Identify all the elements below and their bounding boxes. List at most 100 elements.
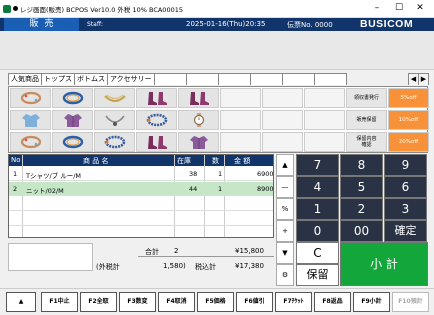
fkey-button-7[interactable]: F7ﾁｹｯﾄ bbox=[275, 292, 312, 312]
numpad-key-3[interactable]: 3 bbox=[384, 198, 427, 220]
scroll-up-button[interactable]: ▲ bbox=[276, 154, 294, 176]
product-button[interactable] bbox=[178, 132, 219, 152]
tab-3[interactable]: アクセサリー bbox=[107, 73, 155, 85]
fkey-button-4[interactable]: F4取消 bbox=[158, 292, 195, 312]
bracelet-icon bbox=[18, 90, 44, 106]
numpad-key-6[interactable]: 6 bbox=[384, 176, 427, 198]
product-button[interactable] bbox=[52, 110, 93, 130]
product-button[interactable] bbox=[10, 110, 51, 130]
brand-logo: BUSICOM bbox=[360, 18, 414, 30]
col-qty: 数 bbox=[212, 157, 219, 165]
table-row-selected[interactable]: 2 ニット/02/M 44 1 8900 bbox=[9, 182, 274, 196]
numpad-key-0[interactable]: 0 bbox=[296, 220, 339, 242]
product-button[interactable] bbox=[52, 132, 93, 152]
scroll-down-button[interactable]: ▼ bbox=[276, 242, 294, 264]
empty-product-slot[interactable] bbox=[220, 110, 261, 130]
side-buttons: ▲ — % + ▼ ⚙ bbox=[276, 154, 294, 286]
tab-4[interactable] bbox=[153, 73, 187, 85]
close-button[interactable]: ✕ bbox=[414, 3, 426, 13]
percent-button[interactable]: % bbox=[276, 198, 294, 220]
pos-header: 販売 Staff: 2025-01-16(Thu)20:35 伝票No. 000… bbox=[0, 18, 434, 31]
discount-label: 10%off bbox=[398, 117, 419, 123]
discount-button-0[interactable]: 5%off bbox=[388, 88, 429, 108]
empty-product-slot[interactable] bbox=[262, 110, 303, 130]
clear-button[interactable]: C bbox=[296, 242, 339, 264]
minus-button[interactable]: — bbox=[276, 176, 294, 198]
row-qty: 1 bbox=[218, 185, 223, 193]
plus-button[interactable]: + bbox=[276, 220, 294, 242]
fkey-button-3[interactable]: F3数変 bbox=[119, 292, 156, 312]
row-stock: 38 bbox=[189, 170, 198, 178]
product-button[interactable] bbox=[10, 132, 51, 152]
product-button[interactable] bbox=[178, 88, 219, 108]
fkey-button-1[interactable]: F1中止 bbox=[41, 292, 78, 312]
numpad-key-1[interactable]: 1 bbox=[296, 198, 339, 220]
numpad-key-7[interactable]: 7 bbox=[296, 154, 339, 176]
table-row-empty[interactable] bbox=[9, 197, 273, 211]
product-button[interactable] bbox=[136, 110, 177, 130]
fkey-button-8[interactable]: F8返品 bbox=[314, 292, 351, 312]
tab-2[interactable]: ボトムス bbox=[74, 73, 108, 85]
code-input[interactable] bbox=[8, 243, 93, 271]
table-row[interactable]: 1 Tシャツ/ブ ルー/M 38 1 6900 bbox=[9, 167, 274, 181]
fkey-button-6[interactable]: F6値引 bbox=[236, 292, 273, 312]
empty-product-slot[interactable] bbox=[262, 88, 303, 108]
numpad-key-00[interactable]: 00 bbox=[340, 220, 383, 242]
fkey-button-2[interactable]: F2全取 bbox=[80, 292, 117, 312]
fkey-toggle-button[interactable]: ▲ bbox=[6, 292, 36, 312]
empty-product-slot[interactable] bbox=[304, 132, 345, 152]
product-button[interactable] bbox=[52, 88, 93, 108]
minimize-button[interactable]: – bbox=[371, 3, 383, 13]
tab-9[interactable] bbox=[313, 73, 347, 85]
empty-product-slot[interactable] bbox=[220, 88, 261, 108]
message-area bbox=[0, 31, 434, 70]
table-row-empty[interactable] bbox=[9, 212, 273, 226]
product-button[interactable] bbox=[94, 110, 135, 130]
app-icon bbox=[3, 5, 11, 13]
tab-1[interactable]: トップス bbox=[41, 73, 75, 85]
col-name: 商 品 名 bbox=[83, 157, 109, 165]
empty-product-slot[interactable] bbox=[220, 132, 261, 152]
product-button[interactable] bbox=[94, 88, 135, 108]
product-button[interactable] bbox=[10, 88, 51, 108]
numpad-key-4[interactable]: 4 bbox=[296, 176, 339, 198]
discount-button-2[interactable]: 20%off bbox=[388, 132, 429, 152]
settings-gear-icon[interactable]: ⚙ bbox=[276, 264, 294, 286]
tab-scroll-right-button[interactable]: ▶ bbox=[418, 73, 429, 85]
numpad-key-8[interactable]: 8 bbox=[340, 154, 383, 176]
tax-excl-label: (外税計 bbox=[96, 263, 120, 271]
fkey-button-5[interactable]: F5価格 bbox=[197, 292, 234, 312]
row-name: Tシャツ/ブ ルー/M bbox=[26, 172, 82, 180]
confirm-button[interactable]: 確定 bbox=[384, 220, 427, 242]
empty-product-slot[interactable] bbox=[304, 110, 345, 130]
empty-product-slot[interactable] bbox=[304, 88, 345, 108]
tab-8[interactable] bbox=[281, 73, 315, 85]
bracelet-beads-icon bbox=[144, 112, 170, 128]
maximize-button[interactable]: ☐ bbox=[393, 3, 405, 13]
product-button[interactable] bbox=[136, 88, 177, 108]
col-no: No bbox=[11, 156, 21, 164]
product-button[interactable] bbox=[178, 110, 219, 130]
tab-6[interactable] bbox=[217, 73, 251, 85]
product-button[interactable] bbox=[94, 132, 135, 152]
tab-5[interactable] bbox=[185, 73, 219, 85]
hold-button[interactable]: 保留 bbox=[296, 264, 339, 286]
datetime: 2025-01-16(Thu)20:35 bbox=[186, 20, 266, 28]
subtotal-button[interactable]: 小 計 bbox=[340, 242, 428, 286]
numpad-key-9[interactable]: 9 bbox=[384, 154, 427, 176]
function-button-2[interactable]: 保留内容 確認 bbox=[346, 132, 387, 152]
numpad-key-5[interactable]: 5 bbox=[340, 176, 383, 198]
function-button-1[interactable]: 販売保留 bbox=[346, 110, 387, 130]
discount-button-1[interactable]: 10%off bbox=[388, 110, 429, 130]
tab-0[interactable]: 人気商品 bbox=[8, 73, 42, 85]
col-amount: 金 額 bbox=[234, 157, 251, 165]
fkey-button-10[interactable]: F10預計 bbox=[392, 292, 429, 312]
mode-label: 販売 bbox=[4, 18, 79, 31]
function-button-0[interactable]: 領収書発行 bbox=[346, 88, 387, 108]
fkey-button-9[interactable]: F9小計 bbox=[353, 292, 390, 312]
tab-7[interactable] bbox=[249, 73, 283, 85]
product-button[interactable] bbox=[136, 132, 177, 152]
function-button-label: 販売保留 bbox=[356, 117, 377, 123]
empty-product-slot[interactable] bbox=[262, 132, 303, 152]
numpad-key-2[interactable]: 2 bbox=[340, 198, 383, 220]
